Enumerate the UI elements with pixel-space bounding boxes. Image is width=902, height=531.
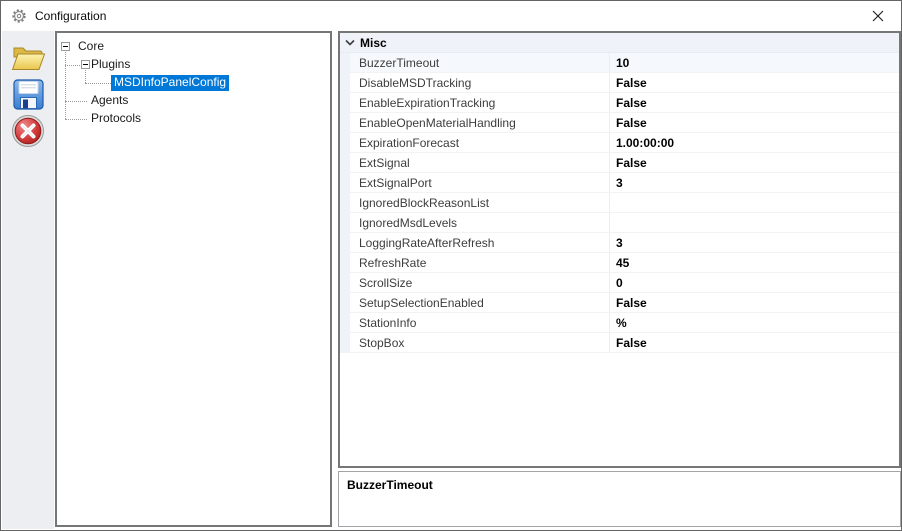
category-label: Misc <box>360 35 387 50</box>
property-row-gutter <box>340 153 350 172</box>
property-row[interactable]: StopBox False <box>340 333 899 353</box>
configuration-window: Configuration Core Plugins MSDInfoPanelC… <box>0 0 902 531</box>
property-row-gutter <box>340 253 350 272</box>
tree-connector <box>65 65 80 66</box>
tree-node-label: Agents <box>91 93 129 107</box>
property-name: BuzzerTimeout <box>359 55 440 70</box>
property-row-gutter <box>340 273 350 292</box>
category-row-misc[interactable]: Misc <box>340 33 899 53</box>
property-value[interactable]: False <box>609 333 899 352</box>
property-name: StationInfo <box>359 315 417 330</box>
property-row-gutter <box>340 53 350 72</box>
property-value[interactable]: 0 <box>609 273 899 292</box>
property-row-gutter <box>340 293 350 312</box>
property-value[interactable]: False <box>609 113 899 132</box>
close-button[interactable] <box>855 1 901 30</box>
tree-node-label: Plugins <box>91 57 131 71</box>
property-name: EnableOpenMaterialHandling <box>359 115 516 130</box>
tree-node[interactable]: Protocols <box>57 110 330 128</box>
tree-connector <box>85 83 111 84</box>
property-name: IgnoredBlockReasonList <box>359 195 490 210</box>
selected-property-name: BuzzerTimeout <box>347 478 433 492</box>
tree-node-label: MSDInfoPanelConfig <box>111 75 230 91</box>
property-row-gutter <box>340 333 350 352</box>
property-value[interactable]: 10 <box>609 53 899 72</box>
close-icon <box>872 10 884 21</box>
property-row[interactable]: RefreshRate 45 <box>340 253 899 273</box>
toolbar <box>2 31 54 529</box>
window-title: Configuration <box>35 9 107 23</box>
chevron-down-icon <box>345 39 355 46</box>
save-floppy-icon <box>12 78 44 110</box>
property-row[interactable]: LoggingRateAfterRefresh 3 <box>340 233 899 253</box>
tree-expander-minus-icon[interactable] <box>61 42 70 51</box>
gear-icon <box>12 9 26 23</box>
property-row-gutter <box>340 113 350 132</box>
property-name: SetupSelectionEnabled <box>359 295 484 310</box>
tree-node[interactable]: Plugins <box>57 56 330 74</box>
property-value[interactable]: 3 <box>609 233 899 252</box>
property-row-gutter <box>340 313 350 332</box>
open-button[interactable] <box>8 40 48 74</box>
property-row[interactable]: IgnoredMsdLevels <box>340 213 899 233</box>
property-row[interactable]: BuzzerTimeout 10 <box>340 53 899 73</box>
property-value[interactable]: False <box>609 293 899 312</box>
tree-connector <box>85 70 86 83</box>
property-name: DisableMSDTracking <box>359 75 472 90</box>
property-row[interactable]: EnableExpirationTracking False <box>340 93 899 113</box>
property-name: ExtSignalPort <box>359 175 432 190</box>
property-row-gutter <box>340 233 350 252</box>
property-value[interactable]: False <box>609 153 899 172</box>
property-grid: Misc BuzzerTimeout 10 DisableMSDTracking… <box>338 31 901 468</box>
property-row[interactable]: ExpirationForecast 1.00:00:00 <box>340 133 899 153</box>
property-name: ExtSignal <box>359 155 410 170</box>
property-value[interactable]: False <box>609 73 899 92</box>
property-row[interactable]: DisableMSDTracking False <box>340 73 899 93</box>
open-folder-icon <box>11 47 45 70</box>
property-rows: BuzzerTimeout 10 DisableMSDTracking Fals… <box>340 53 899 353</box>
property-row-gutter <box>340 133 350 152</box>
property-value[interactable]: 45 <box>609 253 899 272</box>
property-value[interactable]: % <box>609 313 899 332</box>
save-button[interactable] <box>8 77 48 111</box>
tree-connector <box>65 119 87 120</box>
property-row[interactable]: StationInfo % <box>340 313 899 333</box>
titlebar: Configuration <box>1 1 901 31</box>
property-description-panel: BuzzerTimeout <box>338 471 901 527</box>
property-row-gutter <box>340 193 350 212</box>
tree-node[interactable]: Agents <box>57 92 330 110</box>
property-row[interactable]: SetupSelectionEnabled False <box>340 293 899 313</box>
cancel-red-x-icon <box>12 115 44 147</box>
tree-expander-minus-icon[interactable] <box>81 60 90 69</box>
property-row[interactable]: ExtSignal False <box>340 153 899 173</box>
property-row-gutter <box>340 93 350 112</box>
property-row-gutter <box>340 173 350 192</box>
property-row[interactable]: IgnoredBlockReasonList <box>340 193 899 213</box>
cancel-button[interactable] <box>8 114 48 148</box>
property-row[interactable]: ScrollSize 0 <box>340 273 899 293</box>
tree-connector <box>65 101 87 102</box>
property-name: EnableExpirationTracking <box>359 95 496 110</box>
property-value[interactable]: False <box>609 93 899 112</box>
property-row-gutter <box>340 73 350 92</box>
property-value[interactable] <box>609 193 899 212</box>
property-value[interactable]: 1.00:00:00 <box>609 133 899 152</box>
property-name: StopBox <box>359 335 405 350</box>
tree-node[interactable]: Core <box>57 38 330 56</box>
config-tree-panel: Core Plugins MSDInfoPanelConfig Agents P… <box>55 31 332 527</box>
property-value[interactable] <box>609 213 899 232</box>
property-row-gutter <box>340 213 350 232</box>
tree-node-label: Core <box>78 39 105 53</box>
property-name: ScrollSize <box>359 275 413 290</box>
property-name: RefreshRate <box>359 255 427 270</box>
property-name: LoggingRateAfterRefresh <box>359 235 495 250</box>
tree-node-label: Protocols <box>91 111 142 125</box>
property-value[interactable]: 3 <box>609 173 899 192</box>
property-name: IgnoredMsdLevels <box>359 215 458 230</box>
config-tree: Core Plugins MSDInfoPanelConfig Agents P… <box>57 33 330 525</box>
property-name: ExpirationForecast <box>359 135 460 150</box>
tree-connector <box>65 52 66 119</box>
property-row[interactable]: EnableOpenMaterialHandling False <box>340 113 899 133</box>
property-row[interactable]: ExtSignalPort 3 <box>340 173 899 193</box>
